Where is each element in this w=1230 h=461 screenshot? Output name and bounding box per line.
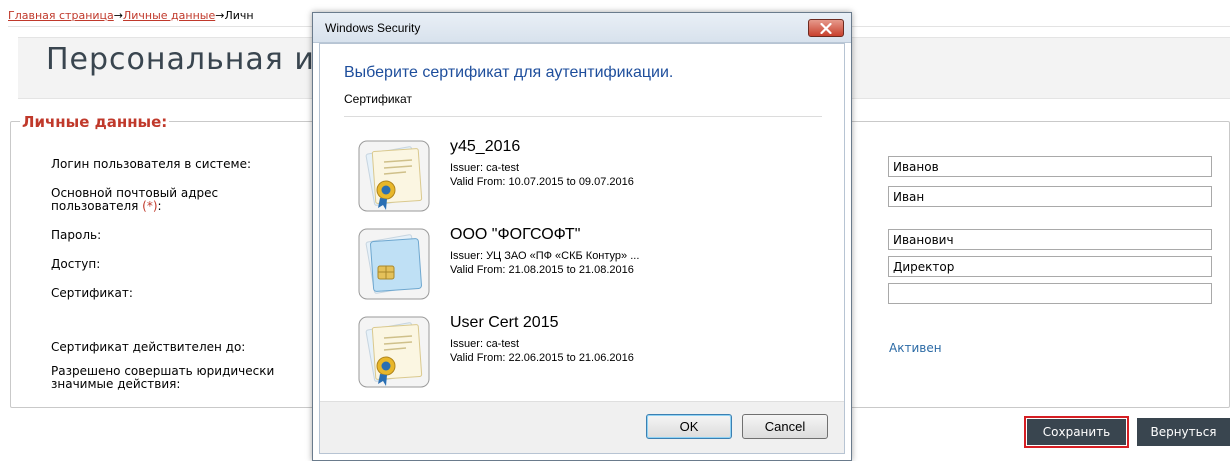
password-label: Пароль: (51, 228, 102, 242)
extra-input[interactable] (888, 283, 1212, 304)
required-marker: (*) (142, 199, 158, 213)
breadcrumb-personal-link[interactable]: Личные данные (123, 9, 215, 22)
breadcrumb: Главная страница→Личные данные→Личн (8, 9, 254, 22)
position-input[interactable] (888, 256, 1212, 277)
email-label: Основной почтовый адрес пользователя (*)… (51, 187, 218, 213)
close-icon (820, 22, 832, 34)
email-label-line2: пользователя (*): (51, 200, 218, 213)
save-button[interactable]: Сохранить (1024, 416, 1129, 448)
certificate-name: y45_2016 (450, 138, 521, 155)
cert-valid-until-label: Сертификат действителен до: (51, 340, 246, 354)
certificate-seal-icon (358, 316, 430, 388)
breadcrumb-separator: → (113, 9, 123, 22)
certificate-name: User Cert 2015 (450, 314, 559, 331)
certificate-issuer: Issuer: УЦ ЗАО «ПФ «СКБ Контур» ... (450, 250, 640, 262)
access-label: Доступ: (51, 257, 101, 271)
page-title: Персональная и (46, 42, 315, 77)
status-text: Активен (889, 341, 942, 355)
certificate-validity: Valid From: 22.06.2015 to 21.06.2016 (450, 352, 634, 364)
certificate-item[interactable]: y45_2016 Issuer: ca-test Valid From: 10.… (356, 138, 796, 218)
dialog-titlebar[interactable]: Windows Security (313, 13, 851, 43)
breadcrumb-current: Личн (224, 9, 254, 22)
dialog-close-button[interactable] (808, 19, 844, 37)
first-name-input[interactable] (888, 186, 1212, 207)
certificate-issuer: Issuer: ca-test (450, 338, 520, 350)
fieldset-legend: Личные данные: (20, 113, 170, 131)
email-label-text: пользователя (51, 199, 139, 213)
login-label: Логин пользователя в системе: (51, 157, 252, 171)
smartcard-certificate-icon (358, 228, 430, 300)
dialog-heading: Выберите сертификат для аутентификации. (344, 64, 674, 81)
dialog-title: Windows Security (325, 21, 421, 35)
certificate-item[interactable]: ООО "ФОГСОФТ" Issuer: УЦ ЗАО «ПФ «СКБ Ко… (356, 226, 796, 306)
back-button[interactable]: Вернуться (1137, 418, 1230, 446)
certificate-label: Сертификат: (51, 286, 133, 300)
last-name-input[interactable] (888, 156, 1212, 177)
legal-actions-label-line2: значимые действия: (51, 377, 181, 391)
cancel-button[interactable]: Cancel (742, 414, 828, 439)
certificate-name: ООО "ФОГСОФТ" (450, 226, 581, 243)
email-label-colon: : (157, 199, 162, 213)
ok-button[interactable]: OK (646, 414, 732, 439)
certificate-seal-icon (358, 140, 430, 212)
certificate-issuer: Issuer: ca-test (450, 162, 520, 174)
certificate-validity: Valid From: 10.07.2015 to 09.07.2016 (450, 176, 634, 188)
windows-security-dialog: Windows Security Выберите сертификат для… (312, 12, 852, 461)
dialog-body: Выберите сертификат для аутентификации. … (319, 43, 845, 454)
certificate-validity: Valid From: 21.08.2015 to 21.08.2016 (450, 264, 634, 276)
dialog-subheading: Сертификат (344, 92, 412, 106)
dialog-divider (344, 116, 822, 117)
legal-actions-label: Разрешено совершать юридически значимые … (51, 365, 274, 391)
dialog-footer: OK Cancel (320, 401, 844, 453)
middle-name-input[interactable] (888, 229, 1212, 250)
breadcrumb-home-link[interactable]: Главная страница (8, 9, 114, 22)
certificate-item[interactable]: User Cert 2015 Issuer: ca-test Valid Fro… (356, 314, 796, 394)
